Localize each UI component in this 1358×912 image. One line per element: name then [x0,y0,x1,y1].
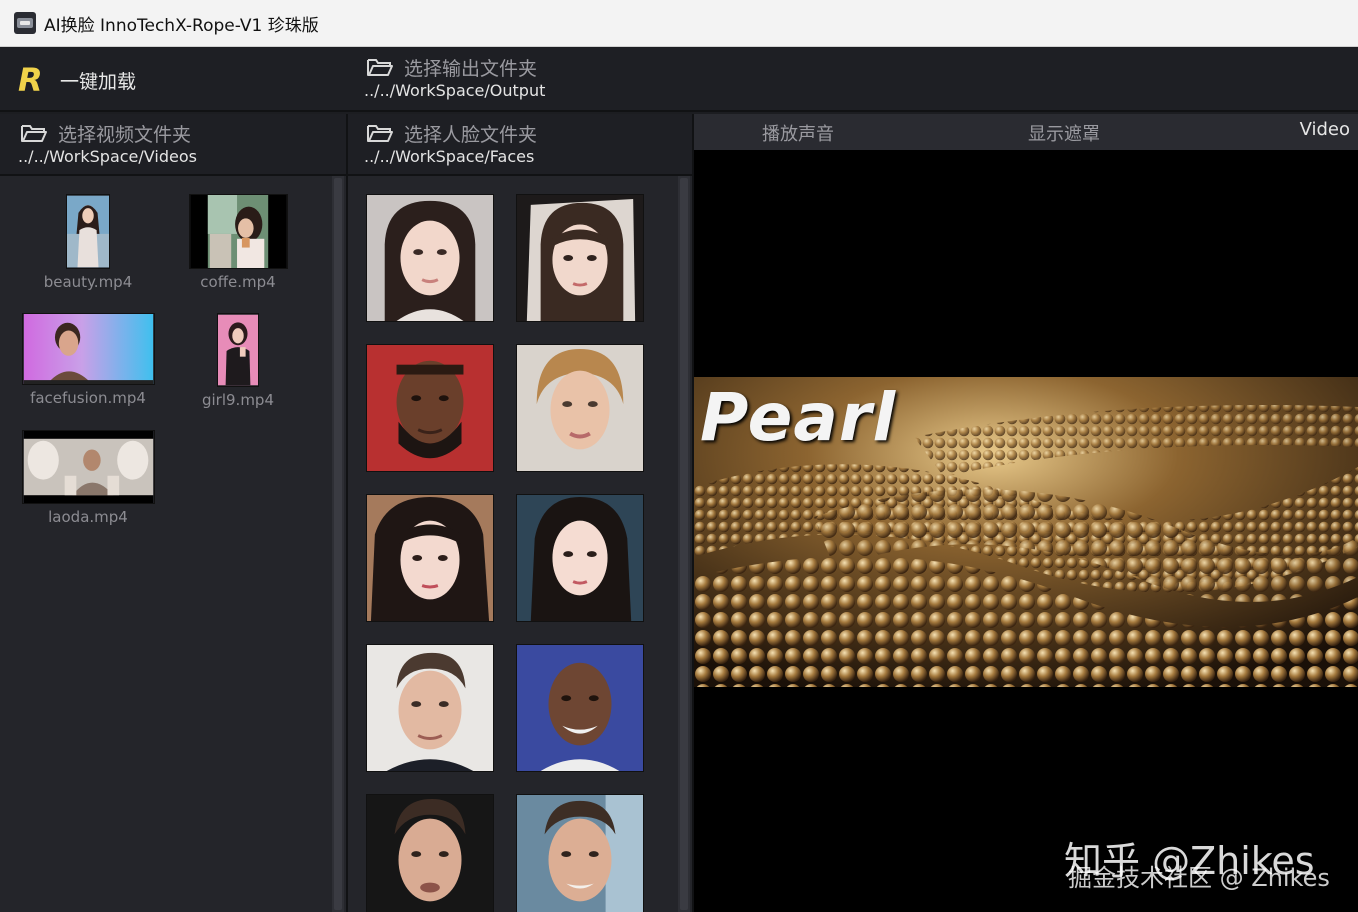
video-name: coffe.mp4 [200,273,276,291]
select-face-folder-button[interactable]: 选择人脸文件夹 ../../WorkSpace/Faces [364,120,538,167]
video-name: laoda.mp4 [48,508,128,526]
watermark-juejin: 掘金技术社区 @ Zhikes [1068,864,1330,892]
video-thumbnail [66,194,110,269]
videos-panel-header: 选择视频文件夹 ../../WorkSpace/Videos [0,114,346,176]
folder-open-icon [367,125,393,142]
rope-logo-icon: R [18,61,43,99]
face-grid-scrollbar[interactable] [678,176,690,912]
folder-open-icon [367,59,393,76]
video-mode-tab[interactable]: Video [1300,119,1350,140]
top-toolbar: R 一键加载 选择输出文件夹 ../../WorkSpace/Output [0,48,1358,112]
show-mask-toggle[interactable]: 显示遮罩 [1028,120,1100,146]
face-thumbnail-2[interactable] [516,194,644,322]
face-thumbnail-3[interactable] [366,344,494,472]
output-folder-path: ../../WorkSpace/Output [364,81,546,100]
video-thumbnail [217,313,259,387]
face-thumbnail-5[interactable] [366,494,494,622]
video-list-scrollbar[interactable] [332,176,344,912]
faces-panel-header: 选择人脸文件夹 ../../WorkSpace/Faces [348,114,692,176]
video-item-beauty[interactable]: beauty.mp4 [13,194,163,291]
video-name: facefusion.mp4 [30,389,146,407]
face-grid [348,176,692,912]
window-title: AI换脸 InnoTechX-Rope-V1 珍珠版 [44,15,319,36]
face-thumbnail-8[interactable] [516,644,644,772]
video-item-laoda[interactable]: laoda.mp4 [13,430,163,526]
title-bar: AI换脸 InnoTechX-Rope-V1 珍珠版 [0,0,1358,47]
face-thumbnail-6[interactable] [516,494,644,622]
viewer-toolbar: 播放声音 显示遮罩 Video [694,114,1358,150]
video-name: beauty.mp4 [43,273,133,291]
video-name: girl9.mp4 [201,391,274,409]
video-list: beauty.mp4 coffe.mp4 facefusion.mp4 girl… [0,176,346,912]
scrollbar-thumb[interactable] [334,178,342,910]
app-icon [14,12,36,34]
video-thumbnail [21,430,155,504]
face-thumbnail-4[interactable] [516,344,644,472]
face-folder-label: 选择人脸文件夹 [404,123,538,146]
output-folder-label: 选择输出文件夹 [404,57,538,80]
video-item-coffe[interactable]: coffe.mp4 [163,194,313,291]
video-frame: Pearl [694,377,1358,687]
face-folder-path: ../../WorkSpace/Faces [364,147,535,166]
scrollbar-thumb[interactable] [680,178,688,910]
select-output-folder-button[interactable]: 选择输出文件夹 ../../WorkSpace/Output [364,54,546,101]
video-preview[interactable]: Pearl [694,150,1358,912]
folder-open-icon [21,125,47,142]
video-folder-label: 选择视频文件夹 [58,123,192,146]
select-video-folder-button[interactable]: 选择视频文件夹 ../../WorkSpace/Videos [18,120,197,167]
load-label: 一键加载 [60,70,137,93]
video-item-girl9[interactable]: girl9.mp4 [163,313,313,409]
one-click-load-button[interactable]: R 一键加载 [18,60,136,100]
play-audio-toggle[interactable]: 播放声音 [762,120,834,146]
face-thumbnail-9[interactable] [366,794,494,912]
video-thumbnail [188,194,288,269]
face-thumbnail-1[interactable] [366,194,494,322]
face-thumbnail-7[interactable] [366,644,494,772]
video-thumbnail [21,313,155,385]
face-thumbnail-10[interactable] [516,794,644,912]
video-item-facefusion[interactable]: facefusion.mp4 [13,313,163,407]
frame-title-text: Pearl [700,379,897,456]
video-folder-path: ../../WorkSpace/Videos [18,147,197,166]
